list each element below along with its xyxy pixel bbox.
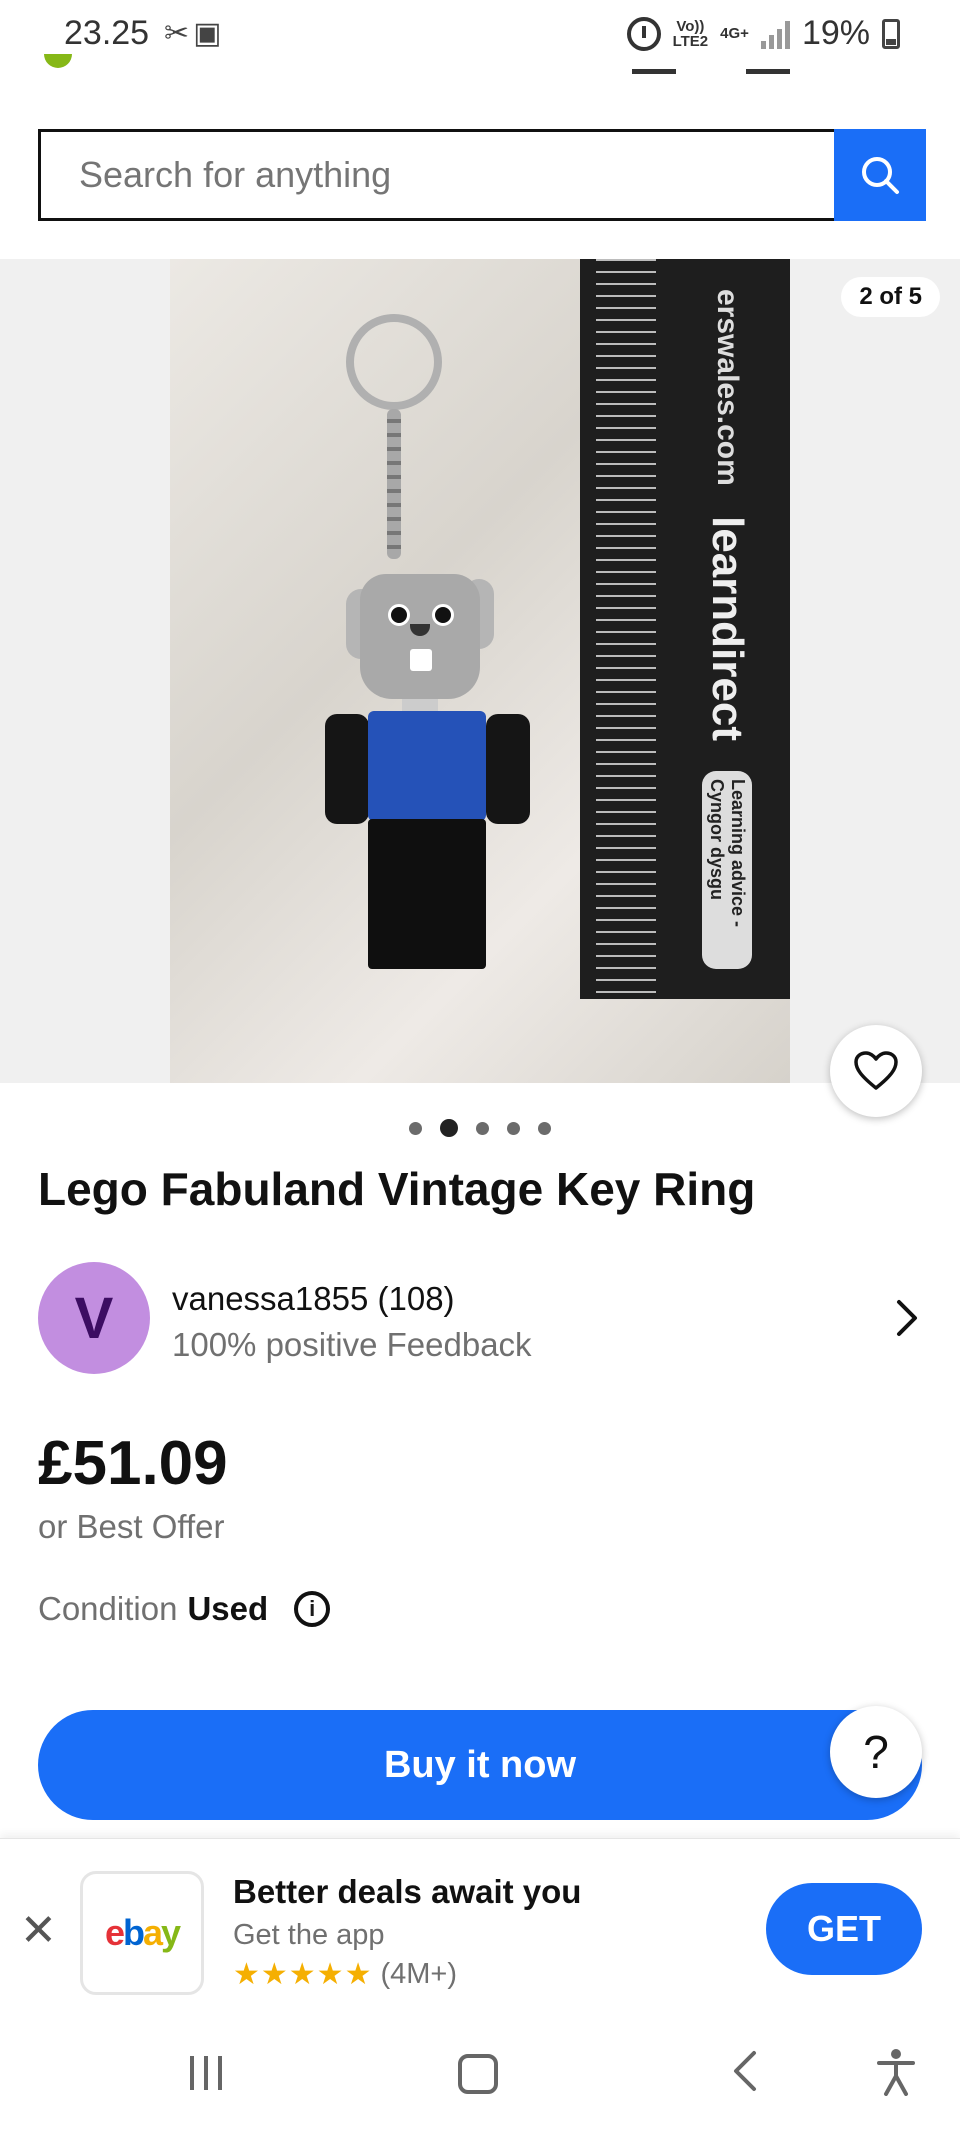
ruler-in-photo: erswales.com learndirect Learning advice… [580,259,790,999]
system-nav-bar [0,2008,960,2133]
condition-label: Condition [38,1590,178,1627]
pagination-dot[interactable] [409,1121,422,1135]
close-icon[interactable]: ✕ [20,1905,57,1956]
home-icon[interactable] [458,2054,498,2094]
condition-row: Condition Used i [38,1590,331,1628]
watchlist-button[interactable] [830,1025,922,1117]
price: £51.09 [38,1429,228,1498]
ebay-app-logo: ebay [80,1871,204,1995]
image-counter: 2 of 5 [841,277,940,317]
figure-torso [368,711,486,821]
condition-value: Used [187,1590,269,1627]
pagination-dot[interactable] [538,1121,551,1135]
seller-row[interactable]: V vanessa1855 (108) 100% positive Feedba… [38,1262,928,1374]
banner-title: Better deals await you [233,1873,582,1910]
product-photo[interactable]: erswales.com learndirect Learning advice… [170,259,790,1083]
figure-head [360,574,480,699]
battery-icon [882,18,900,49]
ebay-logo[interactable] [44,54,174,80]
accessibility-icon[interactable] [876,2048,916,2096]
ruler-brand-text: learndirect [703,515,752,741]
battery-percent: 19% [801,14,870,52]
ruler-url-text: erswales.com [711,289,744,486]
keyring-ring [346,314,442,410]
back-icon[interactable] [730,2048,760,2094]
cart-icon[interactable] [746,54,790,74]
heart-icon [854,1051,898,1090]
banner-subtitle: Get the app [233,1919,385,1951]
search-button[interactable] [834,129,926,221]
signal-icon [760,19,790,49]
header-icons [632,54,790,74]
alarm-icon [626,16,661,51]
chevron-right-icon [897,1300,917,1336]
listing-title: Lego Fabuland Vintage Key Ring [38,1163,756,1215]
account-icon[interactable] [632,54,676,74]
get-app-button[interactable]: GET [766,1883,922,1975]
banner-rating: ★★★★★ (4M+) [233,1957,457,1992]
buy-it-now-button[interactable]: Buy it now [38,1710,922,1820]
rating-count: (4M+) [380,1958,458,1990]
keyring-chain [387,409,401,559]
search-bar: Search for anything [38,129,926,221]
pagination-dot[interactable] [507,1121,520,1135]
figure-legs [368,819,486,969]
best-offer-text: or Best Offer [38,1508,225,1545]
seller-feedback: 100% positive Feedback [172,1326,532,1363]
ruler-sub-text: Learning advice - Cyngor dysgu [702,770,752,969]
status-notification-icons: ✂▣ [164,17,226,50]
image-gallery[interactable]: erswales.com learndirect Learning advice… [0,259,960,1117]
star-rating-icon: ★★★★★ [233,1958,373,1991]
pagination-dot[interactable] [476,1121,489,1135]
app-promo-banner: ✕ ebay Better deals await you Get the ap… [0,1838,960,2008]
pagination-dot[interactable] [440,1119,458,1137]
search-input[interactable]: Search for anything [38,129,834,221]
status-time: 23.25 [64,14,150,52]
recent-apps-icon[interactable] [190,2056,222,2090]
status-right-icons: Vo)) LTE2 4G+ 19% [626,14,900,53]
info-icon[interactable]: i [294,1591,331,1627]
seller-name: vanessa1855 (108) [172,1280,455,1317]
help-button[interactable]: ? [830,1706,922,1798]
seller-avatar: V [38,1262,150,1374]
gallery-pagination[interactable] [0,1119,960,1137]
network-type-icon: 4G+ [720,25,749,42]
volte-icon: Vo)) LTE2 [672,17,709,50]
search-icon [862,157,899,194]
